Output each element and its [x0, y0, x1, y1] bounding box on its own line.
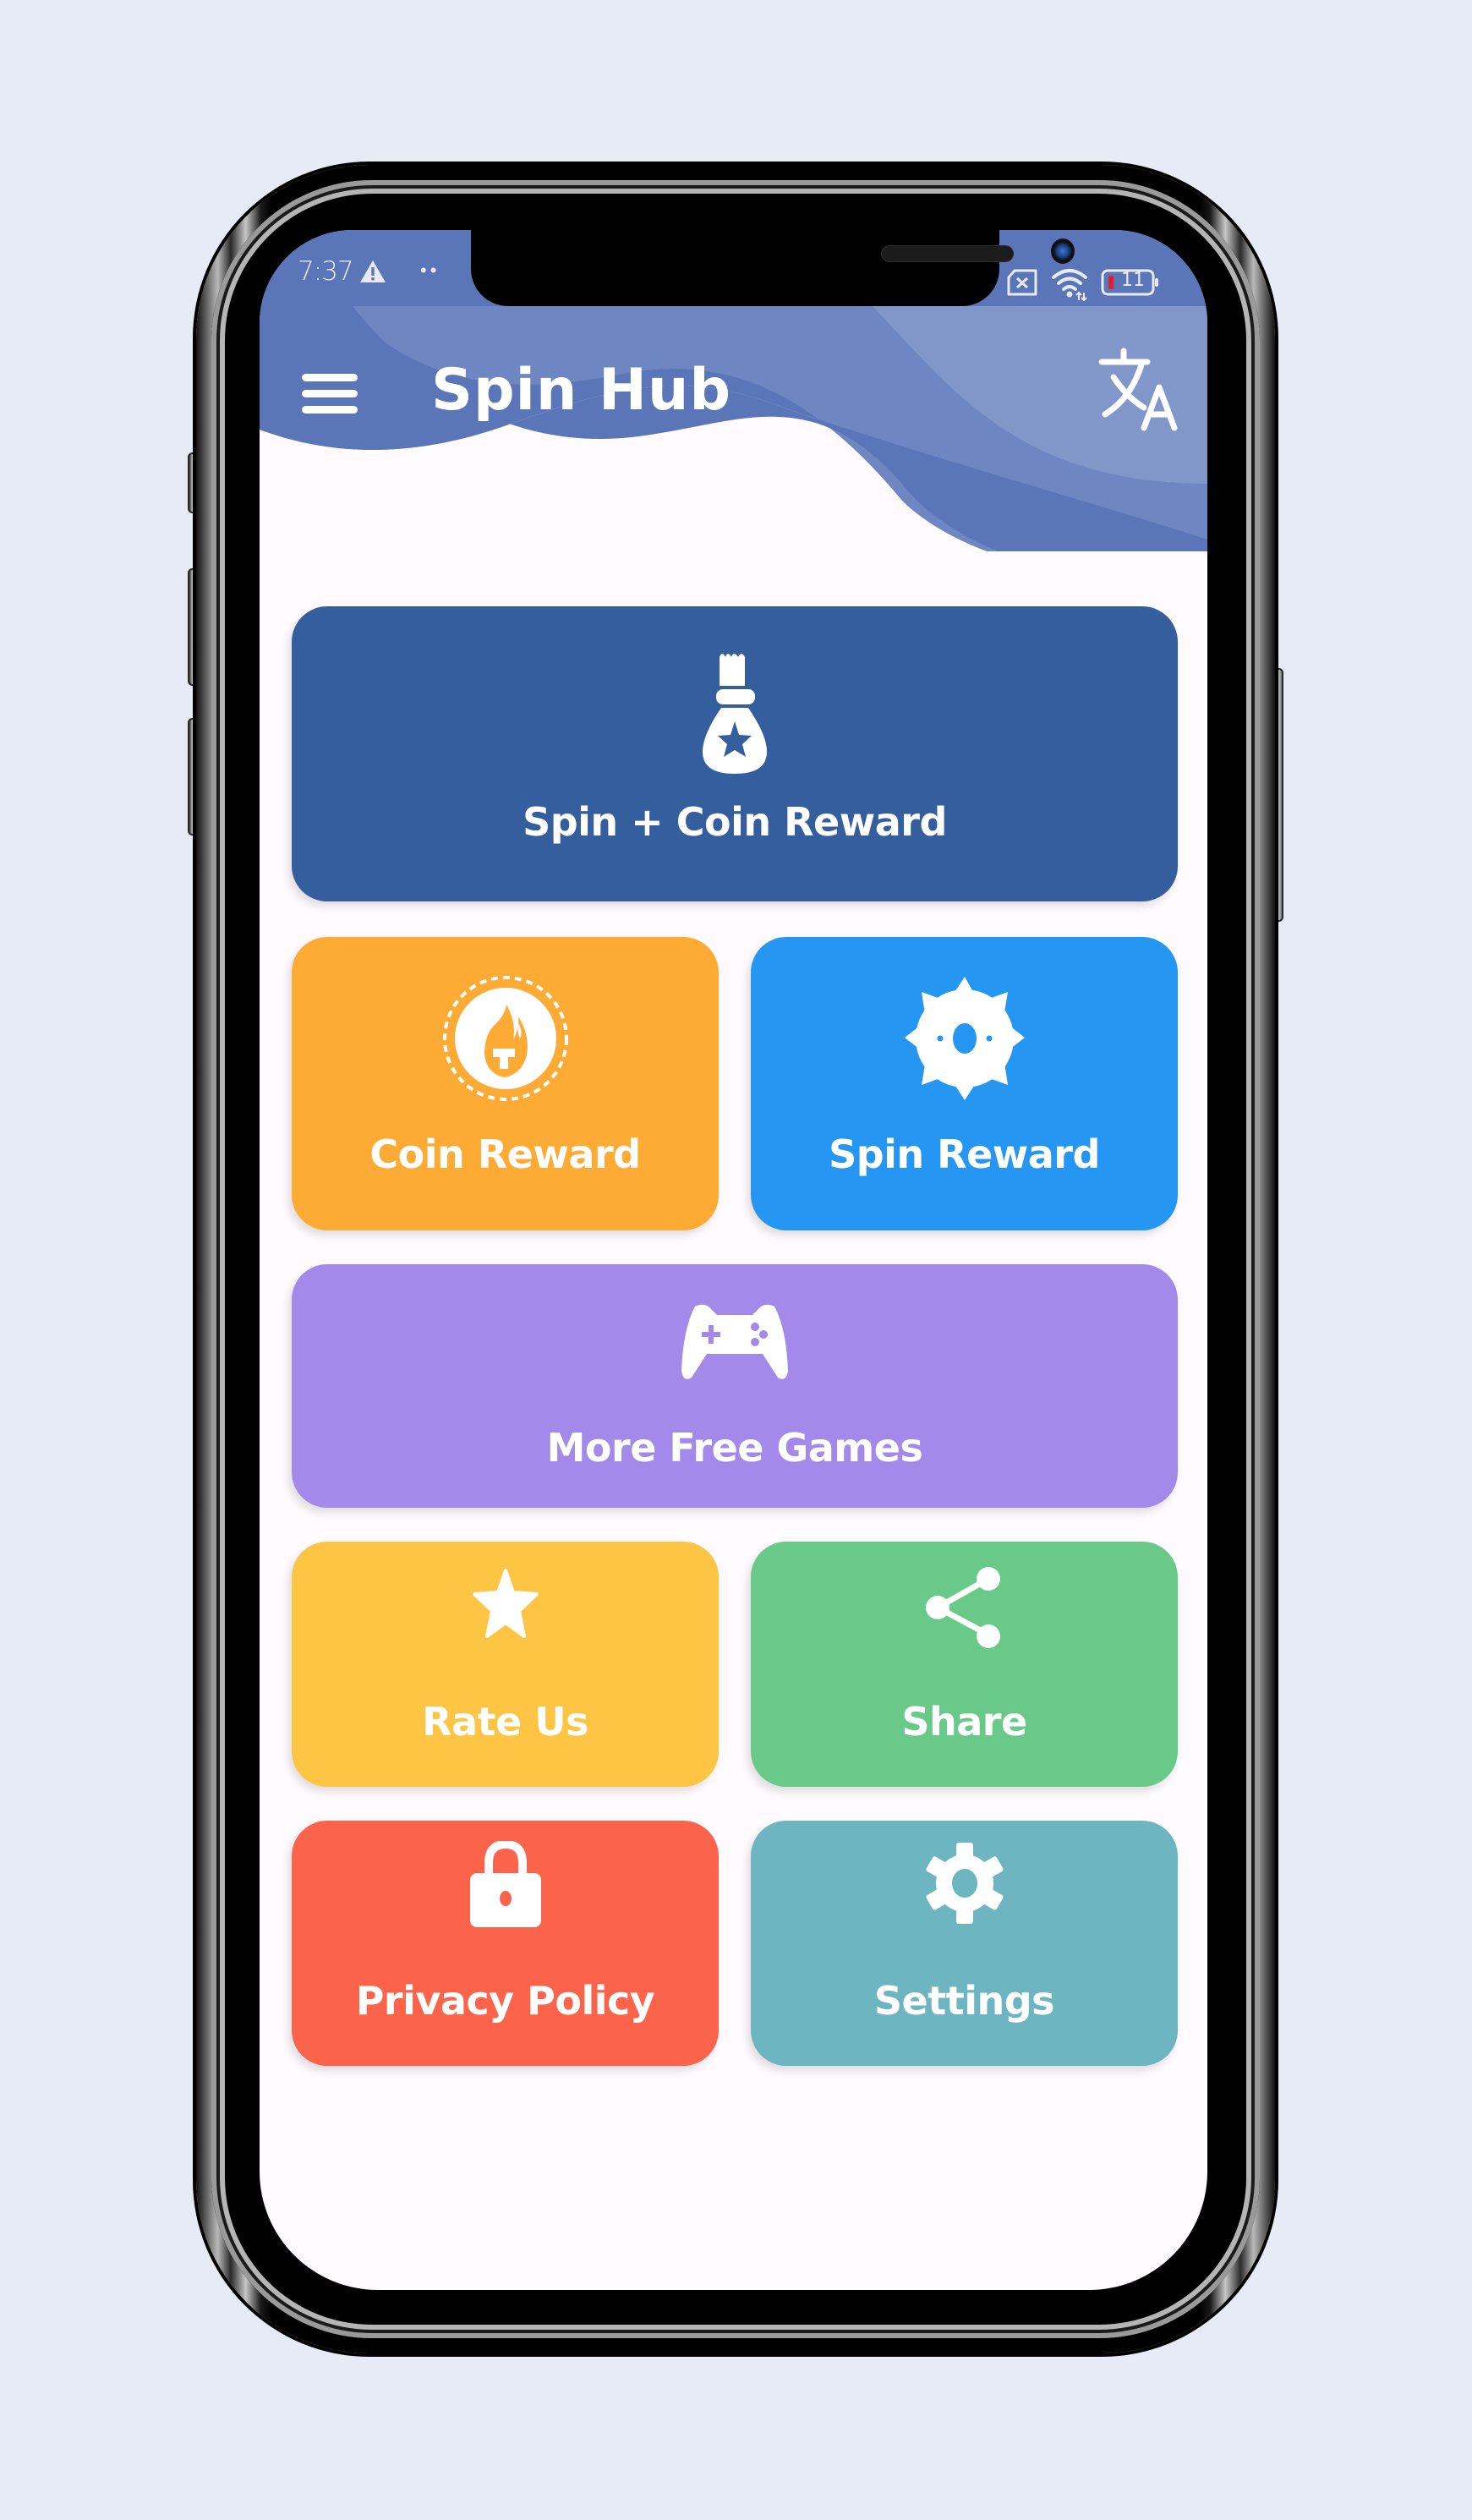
coin-flame-icon [442, 976, 568, 1101]
power-button [1274, 668, 1283, 922]
more-free-games-label: More Free Games [546, 1425, 923, 1471]
settings-label: Settings [873, 1978, 1055, 2024]
share-label: Share [901, 1699, 1027, 1745]
battery-icon: 11 [1101, 269, 1162, 296]
translate-icon[interactable] [1095, 347, 1179, 431]
notification-dots: •• [420, 260, 441, 281]
battery-level: 11 [1121, 270, 1145, 291]
privacy-policy-button[interactable]: Privacy Policy [292, 1821, 719, 2066]
rate-us-button[interactable]: Rate Us [292, 1542, 719, 1787]
spin-coin-reward-button[interactable]: Spin + Coin Reward [292, 606, 1178, 901]
share-icon [925, 1567, 1000, 1648]
rate-us-label: Rate Us [422, 1699, 588, 1745]
spin-reward-label: Spin Reward [829, 1131, 1100, 1177]
no-sim-icon [1007, 269, 1037, 296]
spin-wheel-icon [904, 977, 1025, 1100]
app-title: Spin Hub [431, 357, 732, 424]
lock-icon [469, 1841, 541, 1927]
gear-icon [926, 1843, 1003, 1924]
share-button[interactable]: Share [751, 1542, 1178, 1787]
star-icon [472, 1569, 539, 1638]
hamburger-menu-icon[interactable] [300, 365, 359, 416]
money-bag-star-icon [703, 654, 767, 774]
spin-coin-reward-label: Spin + Coin Reward [523, 799, 947, 845]
coin-reward-button[interactable]: Coin Reward [292, 937, 719, 1230]
status-time: 7:37 [298, 256, 354, 287]
status-bar: 7:37 •• 11 [260, 230, 1207, 306]
warning-icon [360, 260, 386, 282]
gamepad-icon [681, 1304, 788, 1379]
spin-reward-button[interactable]: Spin Reward [751, 937, 1178, 1230]
wifi-icon [1052, 269, 1087, 301]
settings-button[interactable]: Settings [751, 1821, 1178, 2066]
privacy-policy-label: Privacy Policy [355, 1978, 655, 2024]
phone-screen: 7:37 •• 11 Spin Hub Spin + Coin Reward C… [260, 230, 1207, 2290]
more-free-games-button[interactable]: More Free Games [292, 1264, 1178, 1508]
coin-reward-label: Coin Reward [369, 1131, 641, 1177]
